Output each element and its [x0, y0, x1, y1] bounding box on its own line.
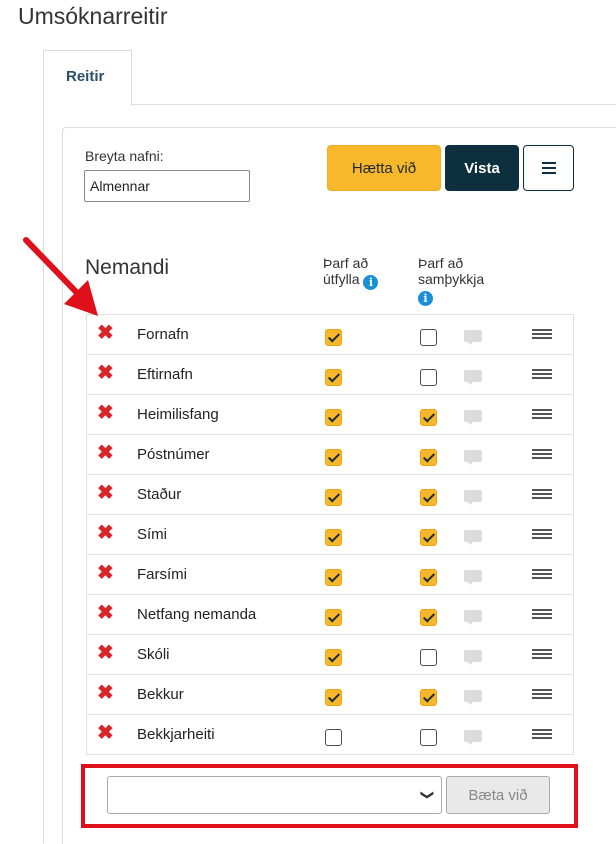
- col-header-approve: Þarf að samþykkja i: [418, 255, 508, 306]
- field-row: ✖ Netfang nemanda: [86, 595, 574, 635]
- rename-input[interactable]: [84, 170, 250, 202]
- col-header-required-label: Þarf að útfylla: [323, 255, 369, 287]
- remove-icon[interactable]: ✖: [97, 563, 114, 583]
- drag-handle-icon[interactable]: [532, 409, 552, 421]
- field-row: ✖ Fornafn: [86, 315, 574, 355]
- cancel-button[interactable]: Hætta við: [327, 145, 441, 191]
- field-name: Skóli: [137, 646, 170, 663]
- comment-icon[interactable]: [464, 330, 482, 345]
- remove-icon[interactable]: ✖: [97, 723, 114, 743]
- col-header-approve-label: Þarf að samþykkja: [418, 255, 485, 287]
- required-checkbox[interactable]: [325, 649, 342, 666]
- drag-handle-icon[interactable]: [532, 369, 552, 381]
- remove-icon[interactable]: ✖: [97, 523, 114, 543]
- comment-icon[interactable]: [464, 650, 482, 665]
- remove-icon[interactable]: ✖: [97, 603, 114, 623]
- field-row: ✖ Staður: [86, 475, 574, 515]
- info-icon[interactable]: i: [418, 291, 433, 306]
- comment-icon[interactable]: [464, 690, 482, 705]
- required-checkbox[interactable]: [325, 569, 342, 586]
- approve-checkbox[interactable]: [420, 409, 437, 426]
- field-list: ✖ Fornafn ✖ Eftirnafn ✖ Heimilisfang ✖ Póstnúme…: [86, 314, 574, 755]
- required-checkbox[interactable]: [325, 369, 342, 386]
- remove-icon[interactable]: ✖: [97, 403, 114, 423]
- comment-icon[interactable]: [464, 490, 482, 505]
- field-row: ✖ Póstnúmer: [86, 435, 574, 475]
- field-name: Sími: [137, 526, 167, 543]
- drag-handle-icon[interactable]: [532, 489, 552, 501]
- hamburger-icon: [541, 159, 556, 177]
- drag-handle-icon[interactable]: [532, 529, 552, 541]
- rename-label: Breyta nafni:: [85, 148, 164, 164]
- field-name: Póstnúmer: [137, 446, 210, 463]
- approve-checkbox[interactable]: [420, 689, 437, 706]
- required-checkbox[interactable]: [325, 529, 342, 546]
- comment-icon[interactable]: [464, 570, 482, 585]
- approve-checkbox[interactable]: [420, 649, 437, 666]
- field-row: ✖ Heimilisfang: [86, 395, 574, 435]
- field-row: ✖ Bekkur: [86, 675, 574, 715]
- remove-icon[interactable]: ✖: [97, 443, 114, 463]
- info-icon[interactable]: i: [363, 275, 379, 290]
- field-name: Bekkur: [137, 686, 184, 703]
- tab-divider: [131, 104, 616, 105]
- field-name: Farsími: [137, 566, 187, 583]
- remove-icon[interactable]: ✖: [97, 483, 114, 503]
- red-highlight-box: [81, 764, 578, 828]
- remove-icon[interactable]: ✖: [97, 643, 114, 663]
- field-row: ✖ Farsími: [86, 555, 574, 595]
- comment-icon[interactable]: [464, 610, 482, 625]
- field-name: Bekkjarheiti: [137, 726, 215, 743]
- drag-handle-icon[interactable]: [532, 609, 552, 621]
- field-name: Eftirnafn: [137, 366, 193, 383]
- approve-checkbox[interactable]: [420, 729, 437, 746]
- comment-icon[interactable]: [464, 530, 482, 545]
- tab-content-border: [43, 105, 44, 843]
- comment-icon[interactable]: [464, 410, 482, 425]
- required-checkbox[interactable]: [325, 489, 342, 506]
- approve-checkbox[interactable]: [420, 329, 437, 346]
- drag-handle-icon[interactable]: [532, 329, 552, 341]
- field-name: Heimilisfang: [137, 406, 219, 423]
- comment-icon[interactable]: [464, 370, 482, 385]
- required-checkbox[interactable]: [325, 689, 342, 706]
- remove-icon[interactable]: ✖: [97, 363, 114, 383]
- save-button[interactable]: Vista: [445, 145, 519, 191]
- drag-handle-icon[interactable]: [532, 729, 552, 741]
- drag-handle-icon[interactable]: [532, 649, 552, 661]
- drag-handle-icon[interactable]: [532, 689, 552, 701]
- field-row: ✖ Bekkjarheiti: [86, 715, 574, 755]
- approve-checkbox[interactable]: [420, 369, 437, 386]
- comment-icon[interactable]: [464, 730, 482, 745]
- field-name: Netfang nemanda: [137, 606, 257, 623]
- required-checkbox[interactable]: [325, 729, 342, 746]
- approve-checkbox[interactable]: [420, 569, 437, 586]
- approve-checkbox[interactable]: [420, 489, 437, 506]
- required-checkbox[interactable]: [325, 329, 342, 346]
- tab-reitir[interactable]: Reitir: [43, 50, 132, 106]
- approve-checkbox[interactable]: [420, 449, 437, 466]
- col-header-required: Þarf að útfylla i: [323, 255, 403, 290]
- comment-icon[interactable]: [464, 450, 482, 465]
- field-row: ✖ Skóli: [86, 635, 574, 675]
- red-arrow-annotation: [23, 237, 98, 316]
- field-row: ✖ Sími: [86, 515, 574, 555]
- drag-handle-icon[interactable]: [532, 569, 552, 581]
- drag-handle-icon[interactable]: [532, 449, 552, 461]
- required-checkbox[interactable]: [325, 609, 342, 626]
- field-row: ✖ Eftirnafn: [86, 355, 574, 395]
- page-title: Umsóknarreitir: [18, 3, 168, 29]
- approve-checkbox[interactable]: [420, 529, 437, 546]
- remove-icon[interactable]: ✖: [97, 683, 114, 703]
- required-checkbox[interactable]: [325, 409, 342, 426]
- menu-button[interactable]: [523, 145, 574, 191]
- field-name: Staður: [137, 486, 182, 503]
- field-name: Fornafn: [137, 326, 189, 343]
- required-checkbox[interactable]: [325, 449, 342, 466]
- approve-checkbox[interactable]: [420, 609, 437, 626]
